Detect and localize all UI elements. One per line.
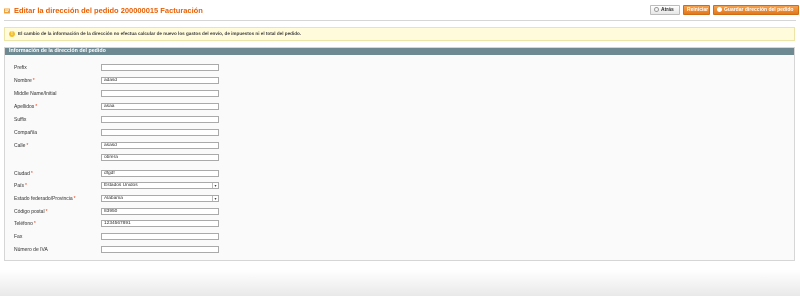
lastname-row: Apellidos* asaa	[5, 103, 794, 111]
page-footer-shade	[0, 270, 800, 296]
chevron-down-icon: ▾	[212, 183, 218, 188]
header-divider	[4, 20, 796, 21]
street-label: Calle*	[14, 143, 29, 149]
region-label: Estado federado/Provincia*	[14, 196, 76, 202]
required-marker: *	[45, 209, 48, 215]
city-input[interactable]: dfgdf	[101, 170, 219, 177]
middlename-label: Middle Name/Initial	[14, 91, 57, 97]
required-marker: *	[30, 171, 33, 177]
required-marker: *	[26, 143, 29, 149]
prefix-input[interactable]	[101, 64, 219, 71]
required-marker: *	[73, 196, 76, 202]
region-row: Estado federado/Provincia* Alabama ▾	[5, 195, 794, 203]
back-button[interactable]: Atrás	[650, 5, 680, 15]
lastname-label: Apellidos*	[14, 104, 38, 110]
notice-message: ! El cambio de la información de la dire…	[4, 27, 795, 41]
country-row: País* Estados Unidos ▾	[5, 182, 794, 190]
street-row: Calle* asasd	[5, 142, 794, 150]
street-line2-input[interactable]: obrera	[101, 154, 219, 161]
postcode-input[interactable]: 83950	[101, 208, 219, 215]
company-label: Compañía	[14, 130, 38, 136]
fax-row: Fax	[5, 233, 794, 241]
fax-input[interactable]	[101, 233, 219, 240]
firstname-label: Nombre*	[14, 78, 35, 84]
country-select-value: Estados Unidos	[104, 183, 138, 188]
required-marker: *	[33, 221, 36, 227]
required-marker: *	[32, 78, 35, 84]
street-line2-row: obrera	[5, 154, 794, 162]
postcode-row: Código postal* 83950	[5, 208, 794, 216]
company-row: Compañía	[5, 129, 794, 137]
reset-button-label: Reiniciar	[687, 7, 709, 13]
chevron-down-icon: ▾	[212, 196, 218, 201]
suffix-label: Suffix	[14, 117, 27, 123]
save-icon	[717, 7, 722, 12]
suffix-input[interactable]	[101, 116, 219, 123]
lastname-input[interactable]: asaa	[101, 103, 219, 110]
middlename-input[interactable]	[101, 90, 219, 97]
region-select[interactable]: Alabama ▾	[101, 195, 219, 202]
required-marker: *	[35, 104, 38, 110]
save-button-label: Guardar dirección del pedido	[724, 7, 794, 13]
notice-text: El cambio de la información de la direcc…	[18, 31, 302, 36]
suffix-row: Suffix	[5, 116, 794, 124]
prefix-label: Prefix	[14, 65, 27, 71]
reset-button[interactable]: Reiniciar	[683, 5, 710, 15]
panel-title: Información de la dirección del pedido	[5, 48, 794, 55]
street-line1-input[interactable]: asasd	[101, 142, 219, 149]
vat-input[interactable]	[101, 246, 219, 253]
page-header: Editar la dirección del pedido 200000015…	[4, 5, 799, 19]
address-icon	[4, 8, 10, 14]
city-row: Ciudad* dfgdf	[5, 170, 794, 178]
address-form-panel: Información de la dirección del pedido P…	[4, 47, 795, 261]
back-button-label: Atrás	[661, 7, 674, 13]
middlename-row: Middle Name/Initial	[5, 90, 794, 98]
back-arrow-icon	[654, 7, 659, 12]
company-input[interactable]	[101, 129, 219, 136]
vat-label: Número de IVA	[14, 247, 48, 253]
firstname-row: Nombre* adasd	[5, 77, 794, 85]
page-title: Editar la dirección del pedido 200000015…	[14, 6, 203, 15]
telephone-label: Teléfono*	[14, 221, 36, 227]
country-label: País*	[14, 183, 27, 189]
vat-row: Número de IVA	[5, 246, 794, 254]
fax-label: Fax	[14, 234, 23, 240]
postcode-label: Código postal*	[14, 209, 48, 215]
city-label: Ciudad*	[14, 171, 33, 177]
save-order-address-button[interactable]: Guardar dirección del pedido	[713, 5, 799, 15]
telephone-input[interactable]: 1234567891	[101, 220, 219, 227]
warning-icon: !	[9, 31, 15, 37]
required-marker: *	[25, 183, 27, 189]
region-select-value: Alabama	[104, 196, 123, 201]
telephone-row: Teléfono* 1234567891	[5, 220, 794, 228]
firstname-input[interactable]: adasd	[101, 77, 219, 84]
country-select[interactable]: Estados Unidos ▾	[101, 182, 219, 189]
prefix-row: Prefix	[5, 64, 794, 72]
